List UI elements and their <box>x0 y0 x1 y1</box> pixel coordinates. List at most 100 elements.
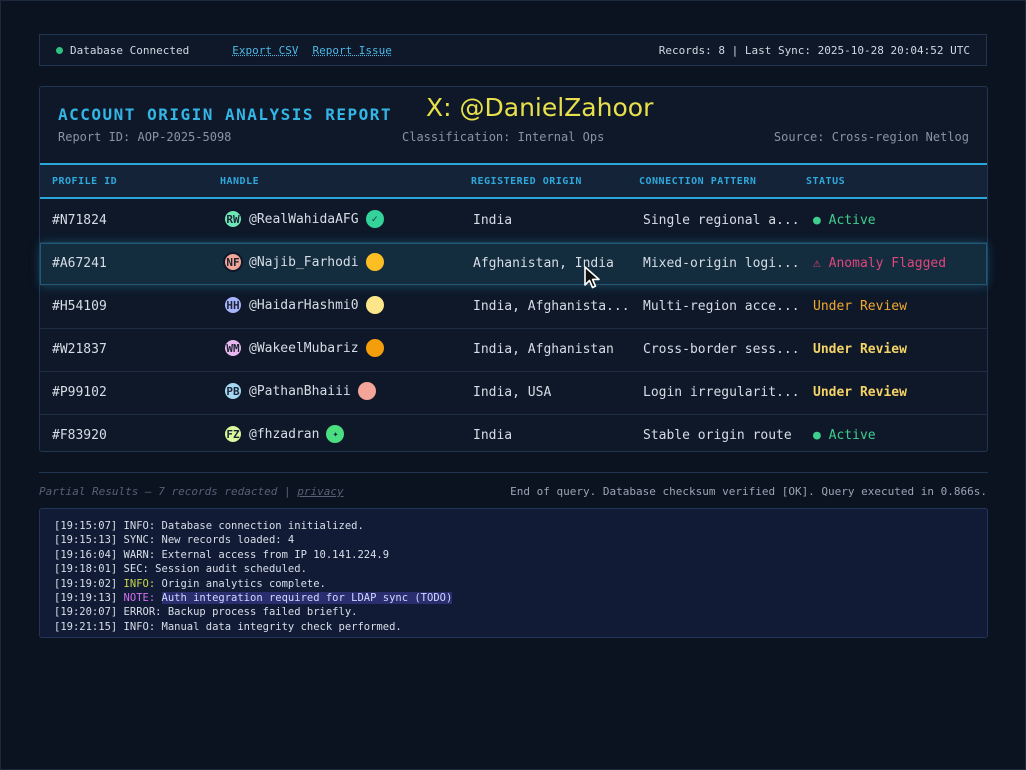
handle-cell: PB @PathanBhaiii <box>223 381 376 401</box>
log-timestamp: [19:16:04] <box>54 548 118 561</box>
privacy-link[interactable]: privacy <box>297 485 343 498</box>
log-level: SYNC <box>123 534 149 547</box>
verification-badge-icon <box>365 253 384 271</box>
log-timestamp: [19:15:07] <box>54 520 118 532</box>
verification-badge-icon <box>357 382 376 400</box>
log-timestamp: [19:18:01] <box>54 563 118 576</box>
column-header-profile-id[interactable]: PROFILE ID <box>52 176 117 187</box>
log-message: Origin analytics complete. <box>161 577 326 590</box>
handle-text[interactable]: @PathanBhaiii <box>249 384 351 399</box>
query-status-text: End of query. Database checksum verified… <box>510 485 987 498</box>
connection-status-dot-icon <box>56 46 63 54</box>
log-timestamp: [19:19:13] <box>54 592 118 605</box>
log-level: SEC <box>123 563 143 576</box>
log-line: [19:15:13] SYNC: New records loaded: 4 <box>54 534 295 547</box>
log-line: [19:19:02] INFO: Origin analytics comple… <box>54 577 326 590</box>
report-panel: ACCOUNT ORIGIN ANALYSIS REPORT X: @Danie… <box>39 86 988 452</box>
log-console: [19:15:07] INFO: Database connection ini… <box>39 508 988 638</box>
watermark-text: X: @DanielZahoor <box>426 93 654 122</box>
table-row[interactable]: #N71824 RW @RealWahidaAFG ✓ India Single… <box>40 200 987 243</box>
column-header-registered-origin[interactable]: REGISTERED ORIGIN <box>471 176 582 187</box>
report-classification: Classification: Internal Ops <box>402 130 605 144</box>
status-badge: Under Review <box>813 385 907 400</box>
column-header-handle[interactable]: HANDLE <box>220 176 259 187</box>
connection-pattern-cell: Single regional a... <box>643 213 800 228</box>
status-badge: Under Review <box>813 299 907 314</box>
connection-pattern-cell: Cross-border sess... <box>643 342 800 357</box>
log-level: INFO <box>123 577 149 590</box>
log-level: ERROR <box>123 606 156 619</box>
profile-id-cell: #F83920 <box>52 428 107 443</box>
log-line: [19:19:13] NOTE: Auth integration requir… <box>54 592 453 605</box>
registered-origin-cell: India <box>473 428 513 443</box>
footer-divider <box>39 472 988 473</box>
avatar: PB <box>223 381 243 401</box>
log-message: External access from IP 10.141.224.9 <box>161 548 390 561</box>
log-line: [19:16:04] WARN: External access from IP… <box>54 548 390 561</box>
profile-id-cell: #W21837 <box>52 342 107 357</box>
partial-results-note: Partial Results — 7 records redacted | p… <box>39 485 344 498</box>
top-status-bar: Database Connected Export CSV Report Iss… <box>39 34 987 66</box>
avatar: WM <box>223 338 243 358</box>
log-message: Database connection initialized. <box>161 520 364 532</box>
registered-origin-cell: India, Afghanistan <box>473 342 614 357</box>
log-line: [19:18:01] SEC: Session audit scheduled. <box>54 563 307 576</box>
profile-id-cell: #N71824 <box>52 213 107 228</box>
log-message: Manual data integrity check performed. <box>161 620 402 633</box>
table-row[interactable]: #H54109 HH @HaidarHashmi0 India, Afghani… <box>40 286 987 329</box>
status-badge: ⚠ Anomaly Flagged <box>813 256 947 271</box>
status-badge: ● Active <box>813 213 876 228</box>
connection-pattern-cell: Multi-region acce... <box>643 299 800 314</box>
registered-origin-cell: India, USA <box>473 385 552 400</box>
profile-id-cell: #A67241 <box>52 256 107 271</box>
report-source: Source: Cross-region Netlog <box>773 130 969 144</box>
verification-badge-icon <box>365 339 384 357</box>
log-line: [19:21:15] INFO: Manual data integrity c… <box>54 620 402 633</box>
handle-cell: FZ @fhzadran ✦ <box>223 424 345 444</box>
connection-status-text: Database Connected <box>70 43 190 57</box>
log-level: NOTE <box>123 592 149 605</box>
table-header: PROFILE ID HANDLE REGISTERED ORIGIN CONN… <box>40 163 987 199</box>
report-issue-link[interactable]: Report Issue <box>312 44 391 57</box>
log-line: [19:20:07] ERROR: Backup process failed … <box>54 606 358 619</box>
column-header-status[interactable]: STATUS <box>806 176 845 187</box>
log-timestamp: [19:20:07] <box>54 606 118 619</box>
avatar: RW <box>223 209 243 229</box>
connection-pattern-cell: Mixed-origin logi... <box>643 256 800 271</box>
log-message: Session audit scheduled. <box>155 563 307 576</box>
log-message: Auth integration required for LDAP sync … <box>161 592 453 605</box>
log-level: INFO <box>123 520 149 532</box>
connection-pattern-cell: Stable origin route <box>643 428 792 443</box>
verification-badge-icon: ✦ <box>326 425 345 443</box>
report-id: Report ID: AOP-2025-5098 <box>58 130 232 144</box>
handle-cell: RW @RealWahidaAFG ✓ <box>223 209 384 229</box>
records-sync-info: Records: 8 | Last Sync: 2025-10-28 20:04… <box>658 43 970 57</box>
profile-id-cell: #H54109 <box>52 299 107 314</box>
log-timestamp: [19:21:15] <box>54 620 118 633</box>
registered-origin-cell: India <box>473 213 513 228</box>
verification-badge-icon: ✓ <box>365 210 384 228</box>
log-level: INFO <box>123 620 149 633</box>
table-row[interactable]: #A67241 NF @Najib_Farhodi Afghanistan, I… <box>40 243 987 286</box>
avatar: HH <box>223 295 243 315</box>
log-message: Backup process failed briefly. <box>167 606 358 619</box>
partial-results-text: Partial Results — 7 records redacted | <box>39 485 291 498</box>
handle-text[interactable]: @RealWahidaAFG <box>249 212 359 227</box>
table-row[interactable]: #W21837 WM @WakeelMubariz India, Afghani… <box>40 329 987 372</box>
registered-origin-cell: India, Afghanista... <box>473 299 630 314</box>
status-badge: ● Active <box>813 428 876 443</box>
log-timestamp: [19:19:02] <box>54 577 118 590</box>
handle-text[interactable]: @fhzadran <box>249 427 319 442</box>
avatar: FZ <box>223 424 243 444</box>
export-csv-link[interactable]: Export CSV <box>232 44 298 57</box>
handle-text[interactable]: @HaidarHashmi0 <box>249 298 359 313</box>
table-row[interactable]: #F83920 FZ @fhzadran ✦ India Stable orig… <box>40 415 987 457</box>
column-header-connection-pattern[interactable]: CONNECTION PATTERN <box>639 176 756 187</box>
handle-text[interactable]: @Najib_Farhodi <box>249 255 359 270</box>
handle-cell: HH @HaidarHashmi0 <box>223 295 384 315</box>
handle-text[interactable]: @WakeelMubariz <box>249 341 359 356</box>
table-body: #N71824 RW @RealWahidaAFG ✓ India Single… <box>40 200 987 457</box>
handle-cell: NF @Najib_Farhodi <box>223 252 384 272</box>
table-row[interactable]: #P99102 PB @PathanBhaiii India, USA Logi… <box>40 372 987 415</box>
profile-id-cell: #P99102 <box>52 385 107 400</box>
